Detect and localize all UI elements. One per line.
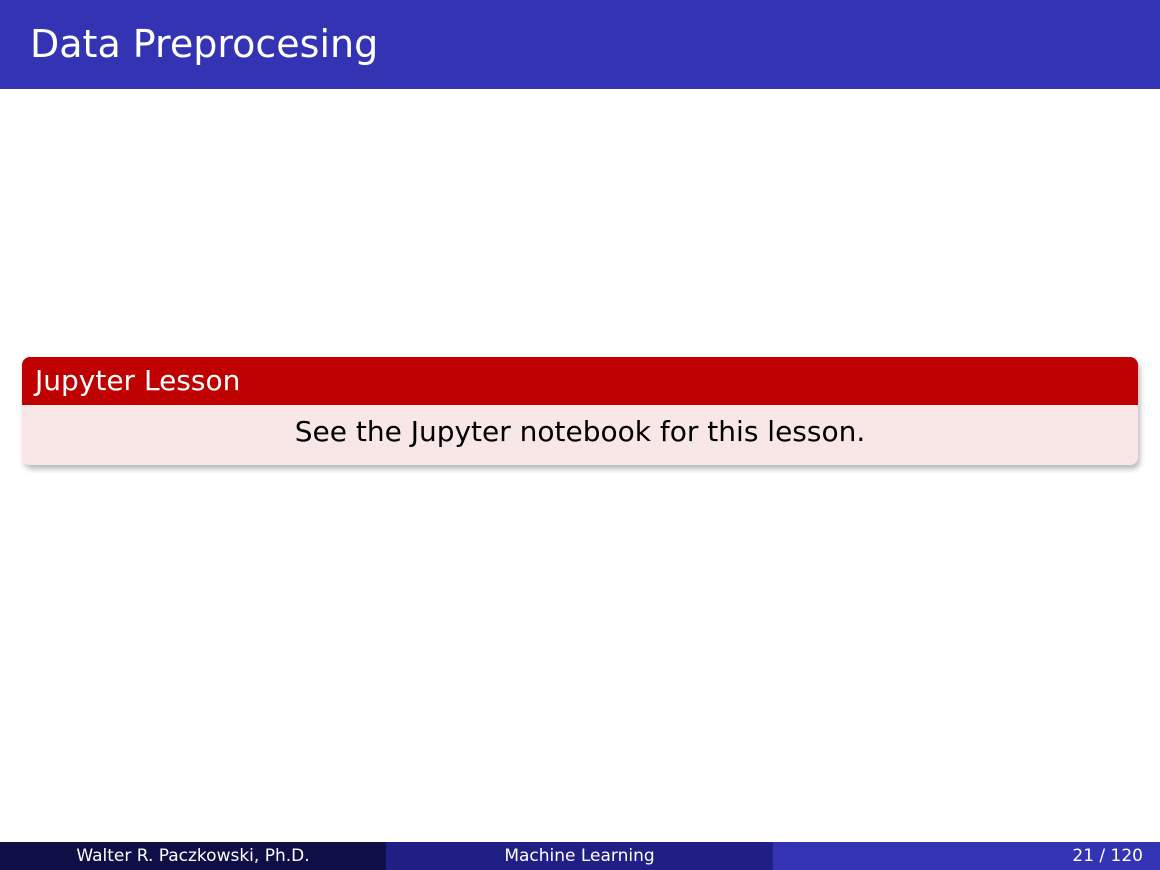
slide-title: Data Preprocesing (30, 22, 379, 66)
slide: Data Preprocesing Jupyter Lesson See the… (0, 0, 1160, 870)
footer-page-number: 21 / 120 (773, 842, 1160, 870)
block-header: Jupyter Lesson (22, 357, 1138, 405)
footer: Walter R. Paczkowski, Ph.D. Machine Lear… (0, 842, 1160, 870)
block-title: Jupyter Lesson (35, 364, 241, 397)
block-body: See the Jupyter notebook for this lesson… (22, 405, 1138, 465)
title-bar: Data Preprocesing (0, 0, 1160, 89)
block-text: See the Jupyter notebook for this lesson… (294, 415, 866, 448)
footer-author: Walter R. Paczkowski, Ph.D. (0, 842, 386, 870)
jupyter-lesson-block: Jupyter Lesson See the Jupyter notebook … (22, 357, 1138, 465)
footer-presentation-title: Machine Learning (386, 842, 773, 870)
